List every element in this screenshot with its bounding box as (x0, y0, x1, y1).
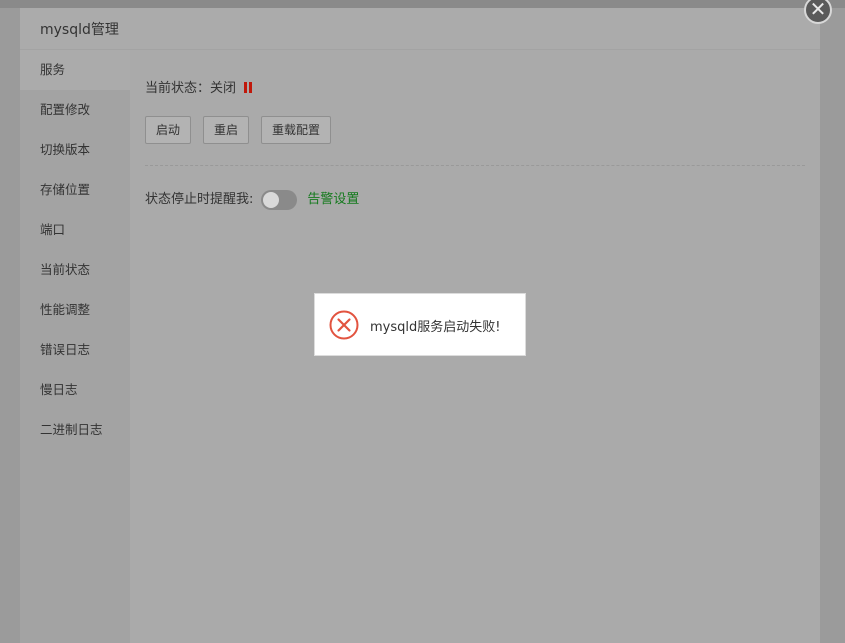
alert-settings-link[interactable]: 告警设置 (307, 189, 359, 211)
toggle-knob (263, 192, 280, 208)
sidebar-item-port[interactable]: 端口 (20, 210, 130, 250)
divider (145, 165, 805, 166)
error-circle-icon (329, 310, 359, 340)
status-value: 关闭 (210, 81, 237, 96)
service-actions: 启动 重启 重载配置 (145, 116, 343, 144)
sidebar-item-switch-version[interactable]: 切换版本 (20, 130, 130, 170)
sidebar-item-slow-log[interactable]: 慢日志 (20, 370, 130, 410)
reload-config-button[interactable]: 重载配置 (261, 116, 332, 144)
sidebar-item-storage[interactable]: 存储位置 (20, 170, 130, 210)
sidebar-item-current-status[interactable]: 当前状态 (20, 250, 130, 290)
dialog-title: mysqld管理 (40, 22, 119, 38)
sidebar-item-binlog[interactable]: 二进制日志 (20, 410, 130, 450)
page-backdrop (0, 0, 845, 8)
stop-alert-label: 状态停止时提醒我: (145, 192, 254, 207)
status-row: 当前状态：关闭 (145, 77, 253, 96)
stop-alert-toggle[interactable] (261, 190, 298, 210)
stop-alert-row: 状态停止时提醒我: 告警设置 (145, 189, 359, 211)
sidebar-item-error-log[interactable]: 错误日志 (20, 330, 130, 370)
error-toast: mysqld服务启动失败! (314, 293, 526, 356)
status-label: 当前状态： (145, 81, 211, 96)
dialog-header: mysqld管理 (20, 8, 820, 50)
sidebar-item-service[interactable]: 服务 (20, 50, 130, 90)
sidebar-item-performance[interactable]: 性能调整 (20, 290, 130, 330)
close-icon[interactable]: ✕ (804, 0, 832, 24)
pause-icon (244, 82, 253, 93)
sidebar-item-config[interactable]: 配置修改 (20, 90, 130, 130)
start-button[interactable]: 启动 (145, 116, 192, 144)
restart-button[interactable]: 重启 (203, 116, 250, 144)
sidebar: 服务 配置修改 切换版本 存储位置 端口 当前状态 性能调整 错误日志 慢日志 … (20, 50, 130, 643)
toast-message: mysqld服务启动失败! (370, 320, 501, 335)
